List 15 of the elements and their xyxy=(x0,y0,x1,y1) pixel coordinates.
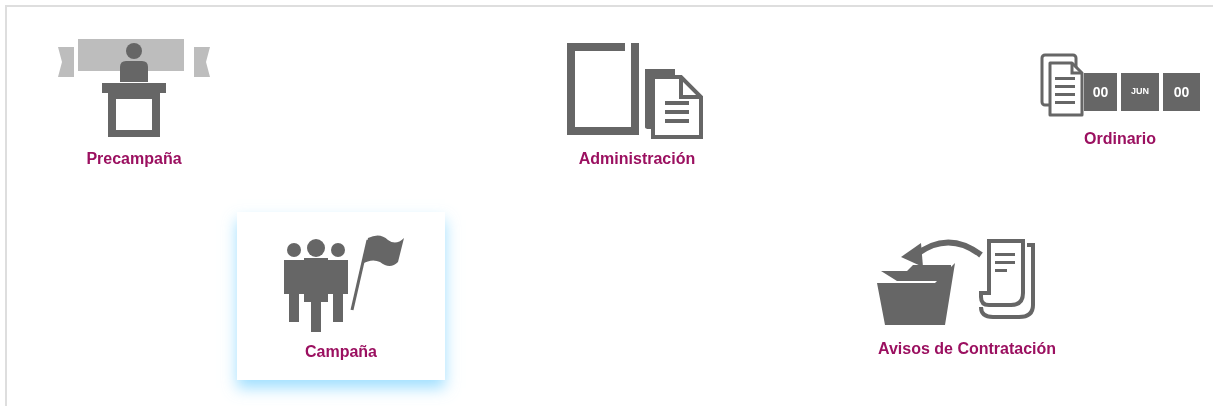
date-block: 00 xyxy=(1084,73,1117,111)
date-block: JUN xyxy=(1121,73,1159,111)
tile-label: Avisos de Contratación xyxy=(877,339,1057,359)
tile-label: Precampaña xyxy=(86,149,182,169)
menu-tile[interactable]: Precampaña xyxy=(34,39,234,179)
tile-label: Campaña xyxy=(305,342,377,362)
menu-tile[interactable]: Administración xyxy=(537,43,737,183)
menu-tile[interactable]: Campaña xyxy=(237,212,445,380)
lectern-speaker-icon xyxy=(58,39,210,139)
tile-label: Ordinario xyxy=(1084,129,1156,149)
tile-label: Administración xyxy=(578,149,696,169)
documents-icon xyxy=(1040,53,1086,119)
menu-tile[interactable]: Avisos de Contratación xyxy=(847,235,1087,375)
date-block: 00 xyxy=(1163,73,1200,111)
menu-tile[interactable]: 00 JUN 00 Ordinario xyxy=(1020,53,1213,173)
